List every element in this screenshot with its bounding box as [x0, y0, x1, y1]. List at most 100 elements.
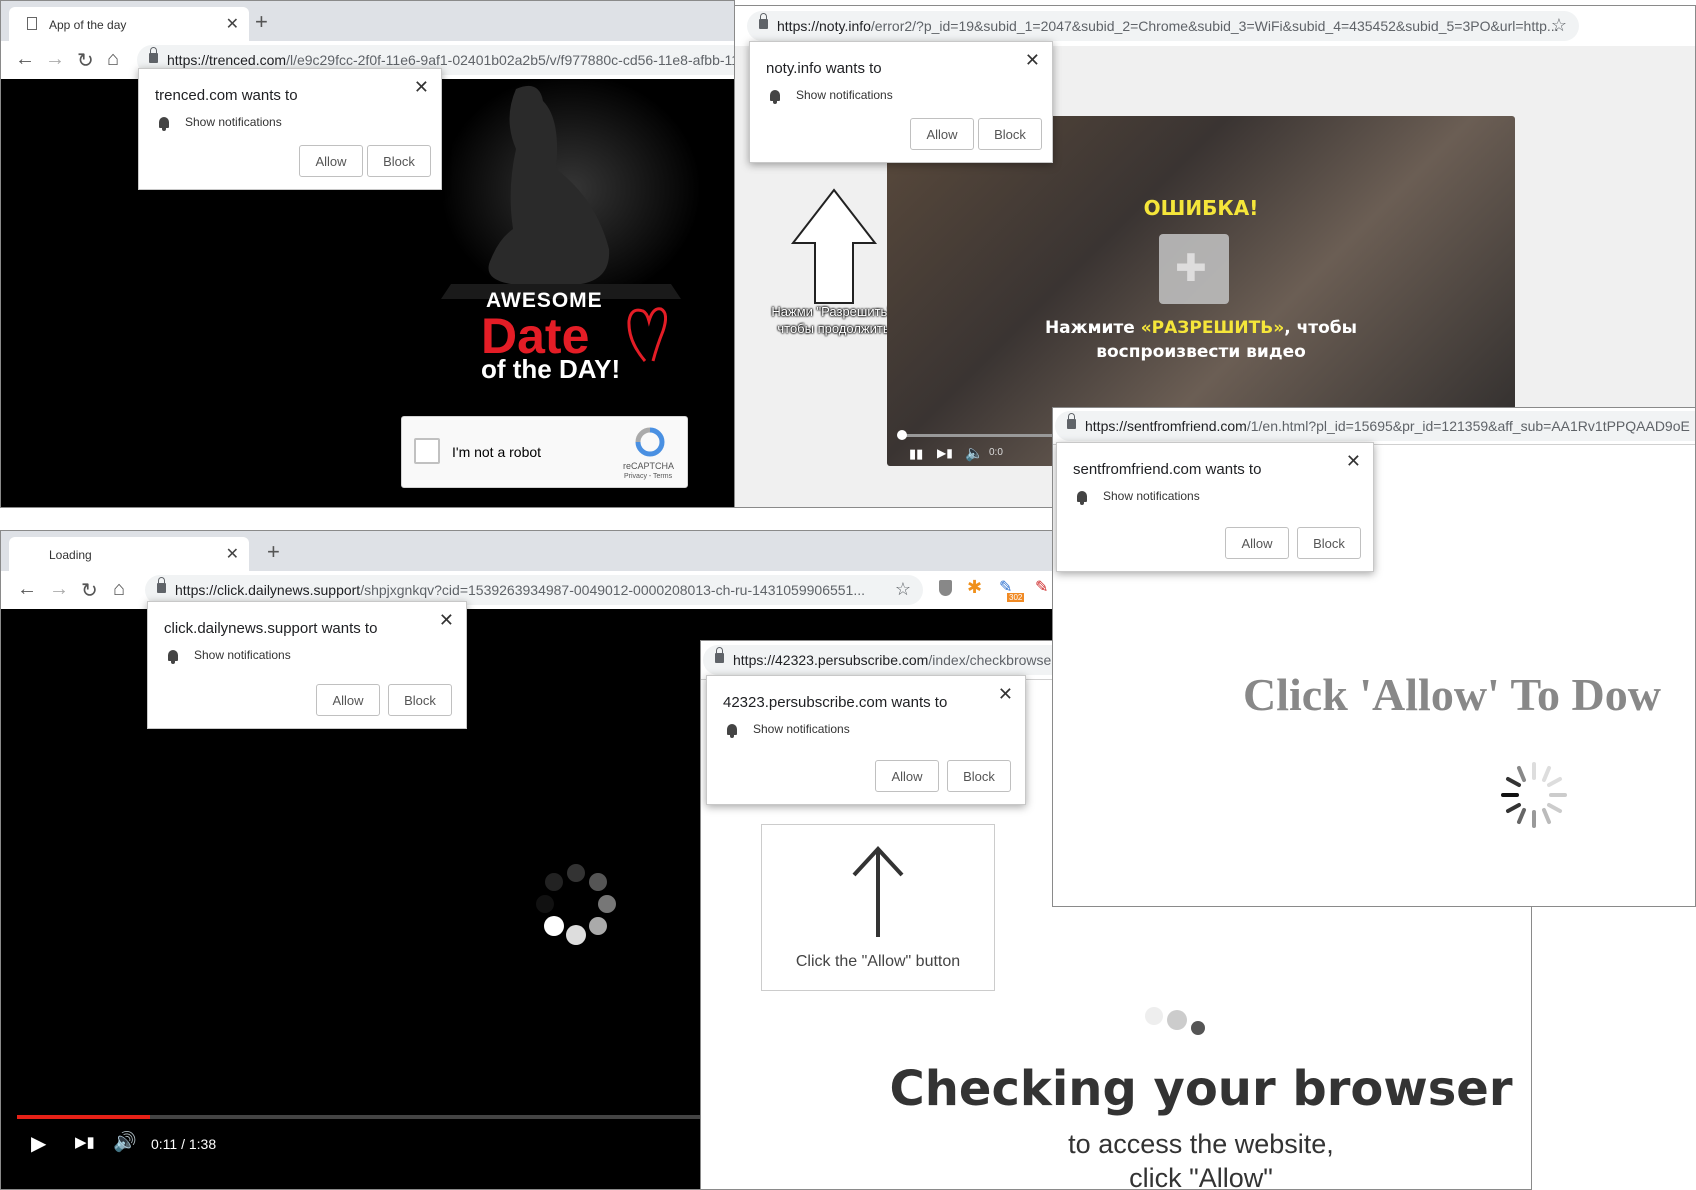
allow-button[interactable]: Allow	[875, 760, 939, 792]
close-icon[interactable]: ✕	[1346, 451, 1361, 472]
allow-button[interactable]: Allow	[910, 118, 974, 150]
block-button[interactable]: Block	[947, 760, 1011, 792]
url-text: https://noty.info/error2/?p_id=19&subid_…	[777, 18, 1559, 34]
block-button[interactable]: Block	[978, 118, 1042, 150]
volume-icon[interactable]: 🔈	[965, 444, 984, 462]
new-tab-button[interactable]: +	[267, 539, 280, 565]
volume-icon[interactable]: 🔊	[113, 1130, 137, 1154]
allow-hint-box: Click the "Allow" button	[761, 824, 995, 991]
recaptcha-links[interactable]: Privacy - Terms	[624, 473, 672, 480]
checking-subtext-1: to access the website,	[1068, 1129, 1334, 1159]
promo-of-the-day: of the DAY!	[481, 354, 621, 384]
video-time: 0:11 / 1:38	[151, 1136, 217, 1152]
tab-close-icon[interactable]: ✕	[226, 14, 239, 34]
page-icon	[27, 17, 37, 30]
tab-close-icon[interactable]: ✕	[226, 544, 239, 564]
extension-icon-2[interactable]: ✎	[1035, 577, 1048, 597]
play-icon[interactable]: ▶	[31, 1131, 46, 1156]
prompt-permission: Show notifications	[753, 722, 850, 736]
close-icon[interactable]: ✕	[998, 684, 1013, 705]
tab-strip: App of the day ✕ +	[1, 1, 734, 41]
loading-spinner-icon	[1501, 762, 1567, 828]
video-message-line2: воспроизвести видео	[1096, 342, 1306, 362]
recaptcha-logo-icon	[635, 427, 665, 457]
allow-button[interactable]: Allow	[1225, 527, 1289, 559]
prompt-title: click.dailynews.support wants to	[164, 620, 378, 637]
forward-icon[interactable]: →	[45, 48, 65, 71]
allow-button[interactable]: Allow	[299, 145, 363, 177]
reload-icon[interactable]: ↻	[81, 578, 98, 603]
home-icon[interactable]: ⌂	[107, 48, 119, 71]
address-bar[interactable]: https://noty.info/error2/?p_id=19&subid_…	[747, 11, 1579, 41]
reload-icon[interactable]: ↻	[77, 48, 94, 73]
lock-icon	[1067, 413, 1076, 429]
lock-icon	[759, 13, 768, 29]
checking-heading: Checking your browser	[889, 1061, 1513, 1117]
bookmark-star-icon[interactable]: ☆	[1551, 15, 1567, 36]
close-icon[interactable]: ✕	[439, 610, 454, 631]
bell-icon	[770, 90, 780, 104]
close-icon[interactable]: ✕	[414, 77, 429, 98]
allow-hint-text: Click the "Allow" button	[795, 953, 961, 970]
address-bar[interactable]: https://sentfromfriend.com/1/en.html?pl_…	[1055, 411, 1695, 441]
lock-icon	[715, 647, 724, 663]
prompt-permission: Show notifications	[796, 88, 893, 102]
tab-loading[interactable]: Loading ✕	[9, 537, 249, 571]
arrow-hint-line1: Нажми "Разрешить",	[771, 304, 896, 319]
url-text: https://42323.persubscribe.com/index/che…	[733, 652, 1052, 668]
notification-prompt: click.dailynews.support wants to ✕ Show …	[147, 601, 467, 729]
pause-icon[interactable]: ▮▮	[909, 446, 923, 462]
silhouette-image	[441, 79, 701, 304]
puzzle-extension-icon[interactable]: ✱	[967, 577, 982, 598]
tab-strip: Loading ✕ +	[1, 531, 1054, 571]
block-button[interactable]: Block	[388, 684, 452, 716]
new-tab-button[interactable]: +	[255, 9, 268, 35]
block-button[interactable]: Block	[1297, 527, 1361, 559]
block-button[interactable]: Block	[367, 145, 431, 177]
prompt-permission: Show notifications	[194, 648, 291, 662]
recaptcha-label: I'm not a robot	[452, 444, 542, 460]
progress-fill	[17, 1115, 150, 1119]
bell-icon	[159, 117, 169, 131]
browser-window-sentfromfriend: https://sentfromfriend.com/1/en.html?pl_…	[1052, 407, 1696, 907]
arrow-up-icon	[790, 188, 878, 304]
prompt-title: 42323.persubscribe.com wants to	[723, 694, 948, 711]
shield-extension-icon[interactable]	[939, 580, 952, 596]
tab-title: App of the day	[49, 18, 127, 32]
back-icon[interactable]: ←	[15, 48, 35, 71]
bell-icon	[1077, 491, 1087, 505]
heart-icon	[627, 307, 667, 362]
bookmark-star-icon[interactable]: ☆	[895, 579, 911, 600]
error-heading: ОШИБКА!	[1143, 196, 1259, 220]
arrow-hint-line2: чтобы продолжить	[777, 321, 890, 336]
lock-icon	[149, 47, 158, 63]
forward-icon[interactable]: →	[49, 578, 69, 601]
back-icon[interactable]: ←	[17, 578, 37, 601]
allow-button[interactable]: Allow	[316, 684, 380, 716]
close-icon[interactable]: ✕	[1025, 50, 1040, 71]
checking-subtext-2: click "Allow"	[1129, 1163, 1273, 1190]
notification-prompt: 42323.persubscribe.com wants to ✕ Show n…	[706, 675, 1026, 805]
url-text: https://click.dailynews.support/shpjxgnk…	[175, 582, 866, 598]
tab-app-of-the-day[interactable]: App of the day ✕	[9, 7, 249, 41]
browser-window-trenced: App of the day ✕ + ← → ↻ ⌂ https://trenc…	[0, 0, 735, 508]
loading-dots-icon	[1145, 1007, 1205, 1035]
next-icon[interactable]: ▶▮	[75, 1133, 95, 1151]
recaptcha-checkbox[interactable]	[414, 438, 440, 464]
url-text: https://trenced.com/l/e9c29fcc-2f0f-11e6…	[167, 52, 735, 68]
recaptcha-widget: I'm not a robot reCAPTCHA Privacy - Term…	[401, 416, 688, 488]
prompt-title: noty.info wants to	[766, 60, 882, 77]
video-message: Нажмите «РАЗРЕШИТЬ», чтобы	[1044, 318, 1358, 338]
prompt-title: sentfromfriend.com wants to	[1073, 461, 1262, 478]
puzzle-icon: ✚	[1159, 234, 1229, 304]
home-icon[interactable]: ⌂	[113, 578, 125, 601]
tab-title: Loading	[49, 548, 92, 562]
loading-spinner-icon	[536, 864, 616, 945]
next-icon[interactable]: ▶▮	[937, 446, 953, 460]
notification-prompt: sentfromfriend.com wants to ✕ Show notif…	[1056, 442, 1374, 572]
notification-prompt: noty.info wants to ✕ Show notifications …	[749, 41, 1053, 163]
arrow-up-icon	[852, 846, 904, 937]
prompt-permission: Show notifications	[185, 115, 282, 129]
progress-knob[interactable]	[897, 430, 907, 440]
url-text: https://sentfromfriend.com/1/en.html?pl_…	[1085, 418, 1690, 434]
